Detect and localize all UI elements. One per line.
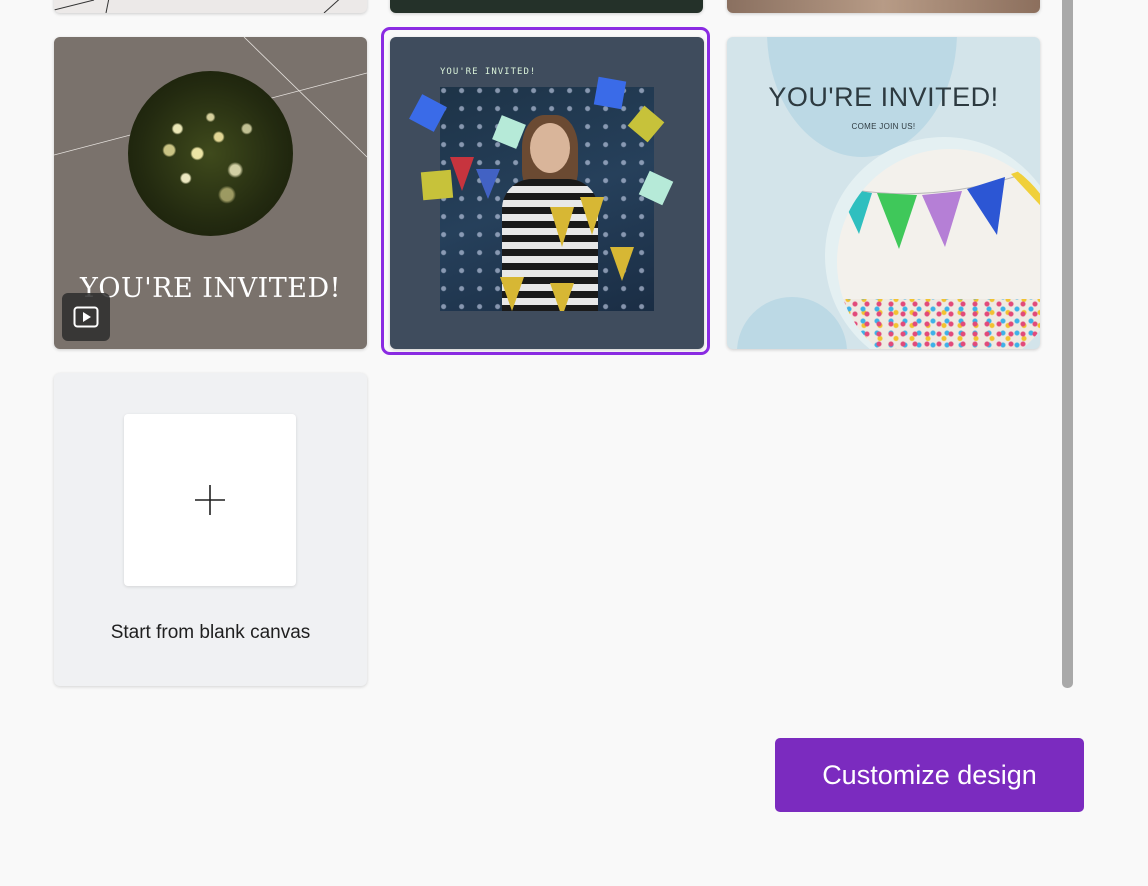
blank-canvas-card[interactable]: Start from blank canvas (54, 373, 367, 686)
template-card-string-lights[interactable]: YOU'RE INVITED! (54, 37, 367, 349)
confetti-shape (593, 76, 627, 110)
template-card-partial-3[interactable] (727, 0, 1040, 13)
template-card-bunting[interactable]: YOU'RE INVITED! COME JOIN US! (727, 37, 1040, 349)
template-card-partial-2[interactable] (390, 0, 703, 13)
confetti-shape (420, 169, 454, 201)
template-card-partial-1[interactable] (54, 0, 367, 13)
template-card-party-confetti[interactable]: YOU'RE INVITED! (390, 37, 704, 349)
blank-canvas-preview (124, 414, 296, 586)
bunting-image (837, 149, 1040, 349)
template-title: YOU'RE INVITED! (440, 67, 537, 77)
blank-canvas-label: Start from blank canvas (110, 622, 311, 643)
line-art-decoration (54, 0, 340, 13)
customize-design-button[interactable]: Customize design (775, 738, 1084, 812)
template-title: YOU'RE INVITED! (768, 82, 999, 112)
scrollbar-thumb[interactable] (1062, 0, 1073, 688)
party-photo-image (440, 87, 654, 311)
play-video-icon (62, 293, 110, 341)
template-gallery: YOU'RE INVITED! YOU'RE INVITED! YOU'RE I… (0, 0, 1148, 886)
plus-icon (195, 485, 225, 515)
string-lights-image (128, 71, 293, 236)
template-subtitle: COME JOIN US! (851, 122, 916, 131)
